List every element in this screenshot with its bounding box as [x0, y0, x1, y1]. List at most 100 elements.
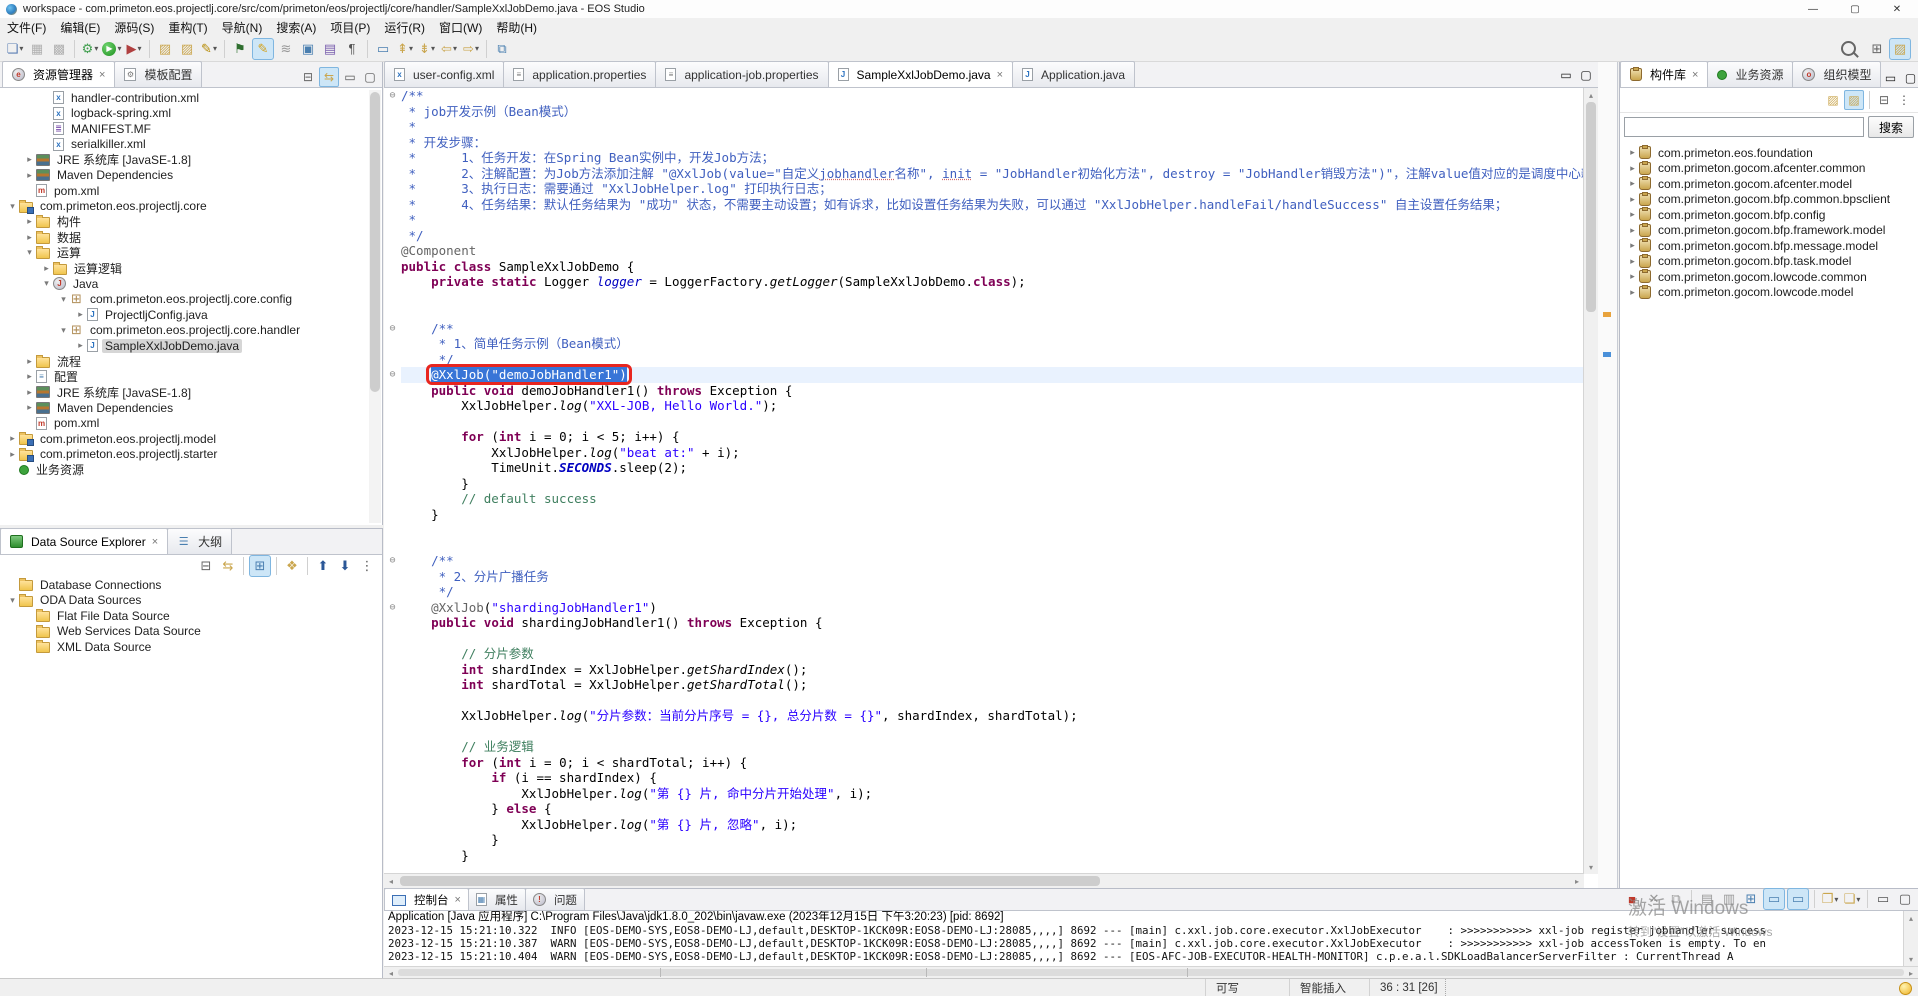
link-icon[interactable]: ⇆ [218, 556, 238, 576]
fold-marker-icon[interactable]: ⊖ [384, 367, 401, 383]
tree-item[interactable]: ▾运算 [0, 245, 368, 261]
chevron-right-icon[interactable]: ▸ [1626, 194, 1639, 205]
new-class-icon[interactable]: ▣ [298, 39, 318, 59]
chevron-right-icon[interactable]: ▸ [23, 387, 36, 398]
close-icon[interactable]: × [152, 536, 158, 548]
tab-org-model[interactable]: o组织模型 [1792, 61, 1881, 87]
collapse-all-icon[interactable]: ⊟ [299, 68, 317, 86]
tab-application-java[interactable]: JApplication.java [1012, 61, 1135, 87]
overview-ruler[interactable] [1598, 62, 1618, 888]
chevron-right-icon[interactable]: ▸ [23, 170, 36, 181]
tab-application-properties[interactable]: ≡application.properties [503, 61, 656, 87]
chevron-right-icon[interactable]: ▸ [1626, 225, 1639, 236]
link-editor-icon[interactable]: ⧉ [492, 39, 512, 59]
chevron-right-icon[interactable]: ▸ [74, 340, 87, 351]
filter-icon[interactable]: ⊞ [249, 555, 271, 577]
tree-item[interactable]: ▸com.primeton.gocom.lowcode.model [1620, 285, 1918, 301]
menu-搜索[interactable]: 搜索(A) [269, 18, 323, 36]
next-annotation-icon[interactable]: ⇟▾ [417, 39, 437, 59]
export-icon[interactable]: ⬇ [335, 556, 355, 576]
chevron-right-icon[interactable]: ▸ [1626, 147, 1639, 158]
tree-item[interactable]: mpom.xml [0, 416, 368, 432]
dropdown-arrow-icon[interactable]: ▾ [137, 44, 141, 53]
close-icon[interactable]: × [99, 69, 105, 81]
pin-console-icon[interactable]: ▭ [1763, 888, 1785, 910]
menu-运行[interactable]: 运行(R) [377, 18, 432, 36]
tab-console[interactable]: 控制台× [384, 888, 469, 910]
dropdown-arrow-icon[interactable]: ▾ [117, 44, 121, 53]
show-on-output-icon[interactable]: ▭ [1787, 888, 1809, 910]
chevron-right-icon[interactable]: ▸ [6, 433, 19, 444]
flag-icon[interactable]: ⚑ [230, 39, 250, 59]
toggle-mark-icon[interactable]: ≋ [276, 39, 296, 59]
forward-icon[interactable]: ⇨▾ [461, 39, 481, 59]
close-button[interactable]: ✕ [1876, 0, 1918, 18]
tree-item[interactable]: ▾⊞com.primeton.eos.projectlj.core.handle… [0, 323, 368, 339]
console-scrollbar[interactable]: ▴▾ [1903, 911, 1918, 966]
chevron-right-icon[interactable]: ▸ [23, 402, 36, 413]
fold-marker-icon[interactable]: ⊖ [384, 88, 401, 104]
tree-item[interactable]: ▸JRE 系统库 [JavaSE-1.8] [0, 152, 368, 168]
tree-item[interactable]: Web Services Data Source [0, 624, 382, 640]
tree-item[interactable]: ▸JSampleXxlJobDemo.java [0, 338, 368, 354]
close-icon[interactable]: × [997, 69, 1003, 81]
dropdown-arrow-icon[interactable]: ▾ [431, 44, 435, 53]
tree-item[interactable]: XML Data Source [0, 639, 382, 655]
debug-icon[interactable]: ⚙▾ [80, 39, 100, 59]
menu-编辑[interactable]: 编辑(E) [53, 18, 107, 36]
palette-search-input[interactable] [1624, 117, 1864, 137]
close-icon[interactable]: × [455, 894, 461, 906]
menu-重构[interactable]: 重构(T) [161, 18, 214, 36]
tree-item[interactable]: xhandler-contribution.xml [0, 90, 368, 106]
refresh-icon[interactable]: ❖ [282, 556, 302, 576]
tree-item[interactable]: ▸Maven Dependencies [0, 168, 368, 184]
tab-user-config[interactable]: xuser-config.xml [384, 61, 504, 87]
tree-item[interactable]: ▸com.primeton.gocom.lowcode.common [1620, 269, 1918, 285]
open-folder-icon[interactable]: ▨ [177, 39, 197, 59]
chevron-right-icon[interactable]: ▸ [23, 232, 36, 243]
palette-minimize-icon[interactable]: ▭ [1881, 69, 1899, 87]
menu-项目[interactable]: 项目(P) [323, 18, 377, 36]
run-external-icon[interactable]: ▶▾ [124, 39, 144, 59]
tree-item[interactable]: ▸com.primeton.eos.foundation [1620, 145, 1918, 161]
show-all-icon[interactable]: ▨ [1824, 91, 1842, 109]
tab-data-source-explorer[interactable]: Data Source Explorer× [0, 528, 168, 554]
import-icon[interactable]: ⬆ [313, 556, 333, 576]
maximize-icon[interactable]: ▢ [361, 68, 379, 86]
tree-item[interactable]: ▸com.primeton.gocom.afcenter.model [1620, 176, 1918, 192]
tree-item[interactable]: ▾JJava [0, 276, 368, 292]
close-icon[interactable]: × [1692, 69, 1698, 81]
chevron-down-icon[interactable]: ▾ [57, 325, 70, 336]
tab-template-config[interactable]: ⚙模板配置 [114, 61, 202, 87]
dropdown-arrow-icon[interactable]: ▾ [475, 44, 479, 53]
word-wrap-icon[interactable]: ⊞ [1741, 889, 1761, 909]
chevron-right-icon[interactable]: ▸ [6, 449, 19, 460]
tree-item[interactable]: ▸com.primeton.gocom.bfp.task.model [1620, 254, 1918, 270]
palette-maximize-icon[interactable]: ▢ [1901, 69, 1918, 87]
tab-outline[interactable]: ☰大纲 [167, 528, 232, 554]
link-with-editor-icon[interactable]: ⇆ [319, 67, 339, 87]
tree-item[interactable]: ▸JRE 系统库 [JavaSE-1.8] [0, 385, 368, 401]
chevron-right-icon[interactable]: ▸ [1626, 287, 1639, 298]
chevron-right-icon[interactable]: ▸ [1626, 256, 1639, 267]
editor-horizontal-scrollbar[interactable]: ◂▸ [384, 873, 1584, 888]
tree-item[interactable]: 业务资源 [0, 462, 368, 478]
fold-marker-icon[interactable]: ⊖ [384, 321, 401, 337]
collapse-all-icon[interactable]: ⊟ [196, 556, 216, 576]
tree-item[interactable]: ▸com.primeton.eos.projectlj.model [0, 431, 368, 447]
search-icon[interactable] [1841, 41, 1856, 56]
code-editor[interactable]: ⊖/** * job开发示例（Bean模式） * * 开发步骤： * 1、任务开… [384, 88, 1598, 874]
dropdown-arrow-icon[interactable]: ▾ [19, 44, 23, 53]
menu-导航[interactable]: 导航(N) [215, 18, 270, 36]
tree-item[interactable]: Database Connections [0, 577, 382, 593]
tree-item[interactable]: ▸数据 [0, 230, 368, 246]
run-icon[interactable]: ▶▾ [102, 39, 122, 59]
tip-lightbulb-icon[interactable] [1899, 982, 1912, 995]
show-project-icon[interactable]: ▨ [1844, 90, 1864, 110]
remove-all-launches-icon[interactable]: ⧉ [1666, 889, 1686, 909]
tree-item[interactable]: ▸com.primeton.gocom.bfp.message.model [1620, 238, 1918, 254]
chevron-right-icon[interactable]: ▸ [74, 309, 87, 320]
menu-文件[interactable]: 文件(F) [0, 18, 53, 36]
new-wizard-icon[interactable]: ❏▾ [5, 39, 25, 59]
tree-item[interactable]: ▾⊞com.primeton.eos.projectlj.core.config [0, 292, 368, 308]
